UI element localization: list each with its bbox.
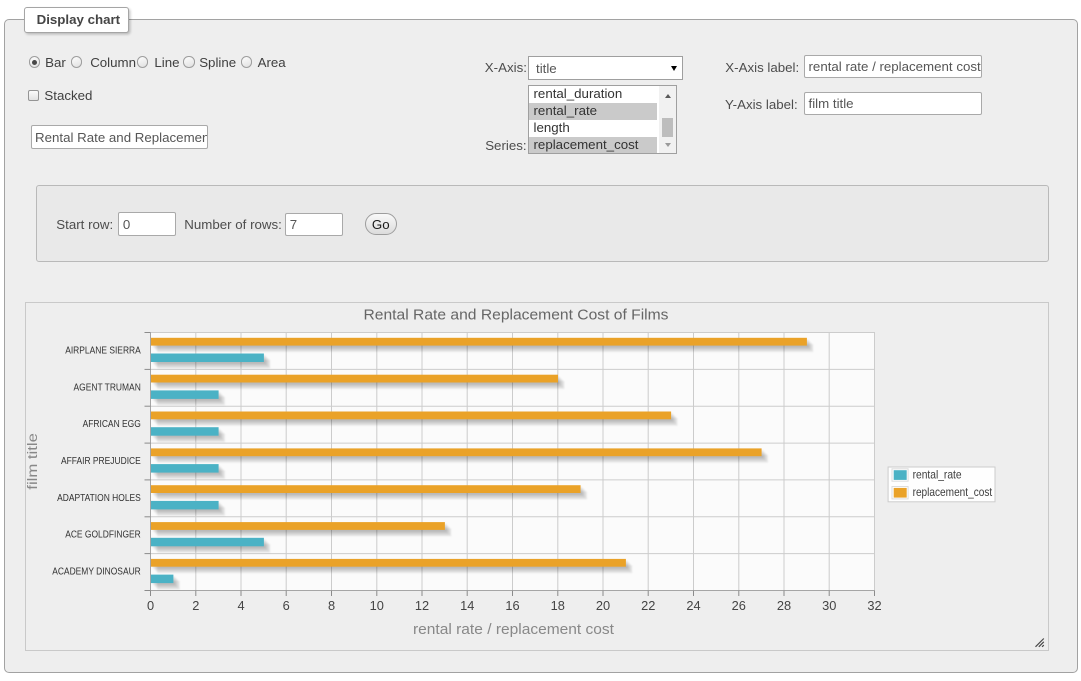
svg-text:18: 18	[551, 598, 565, 613]
svg-text:10: 10	[370, 598, 384, 613]
svg-text:Rental Rate and Replacement Co: Rental Rate and Replacement Cost of Film…	[364, 307, 669, 324]
svg-text:24: 24	[686, 598, 700, 613]
svg-text:8: 8	[328, 598, 335, 613]
svg-text:20: 20	[596, 598, 610, 613]
svg-text:4: 4	[237, 598, 244, 613]
svg-text:rental_rate: rental_rate	[913, 468, 962, 482]
svg-text:AGENT TRUMAN: AGENT TRUMAN	[74, 382, 141, 393]
svg-text:6: 6	[283, 598, 290, 613]
svg-text:32: 32	[867, 598, 881, 613]
svg-text:replacement_cost: replacement_cost	[913, 485, 993, 499]
svg-text:14: 14	[460, 598, 474, 613]
svg-text:rental rate / replacement cost: rental rate / replacement cost	[413, 621, 615, 638]
svg-text:30: 30	[822, 598, 836, 613]
svg-text:28: 28	[777, 598, 791, 613]
svg-text:AIRPLANE SIERRA: AIRPLANE SIERRA	[65, 345, 141, 356]
svg-text:AFRICAN EGG: AFRICAN EGG	[83, 419, 141, 430]
svg-text:12: 12	[415, 598, 429, 613]
svg-text:16: 16	[505, 598, 519, 613]
svg-text:2: 2	[192, 598, 199, 613]
svg-text:film title: film title	[25, 433, 40, 490]
svg-text:ACADEMY DINOSAUR: ACADEMY DINOSAUR	[52, 567, 141, 578]
svg-text:0: 0	[147, 598, 154, 613]
svg-text:26: 26	[732, 598, 746, 613]
svg-text:AFFAIR PREJUDICE: AFFAIR PREJUDICE	[61, 456, 141, 467]
svg-text:ACE GOLDFINGER: ACE GOLDFINGER	[65, 530, 141, 541]
svg-text:ADAPTATION HOLES: ADAPTATION HOLES	[57, 493, 141, 504]
svg-text:22: 22	[641, 598, 655, 613]
